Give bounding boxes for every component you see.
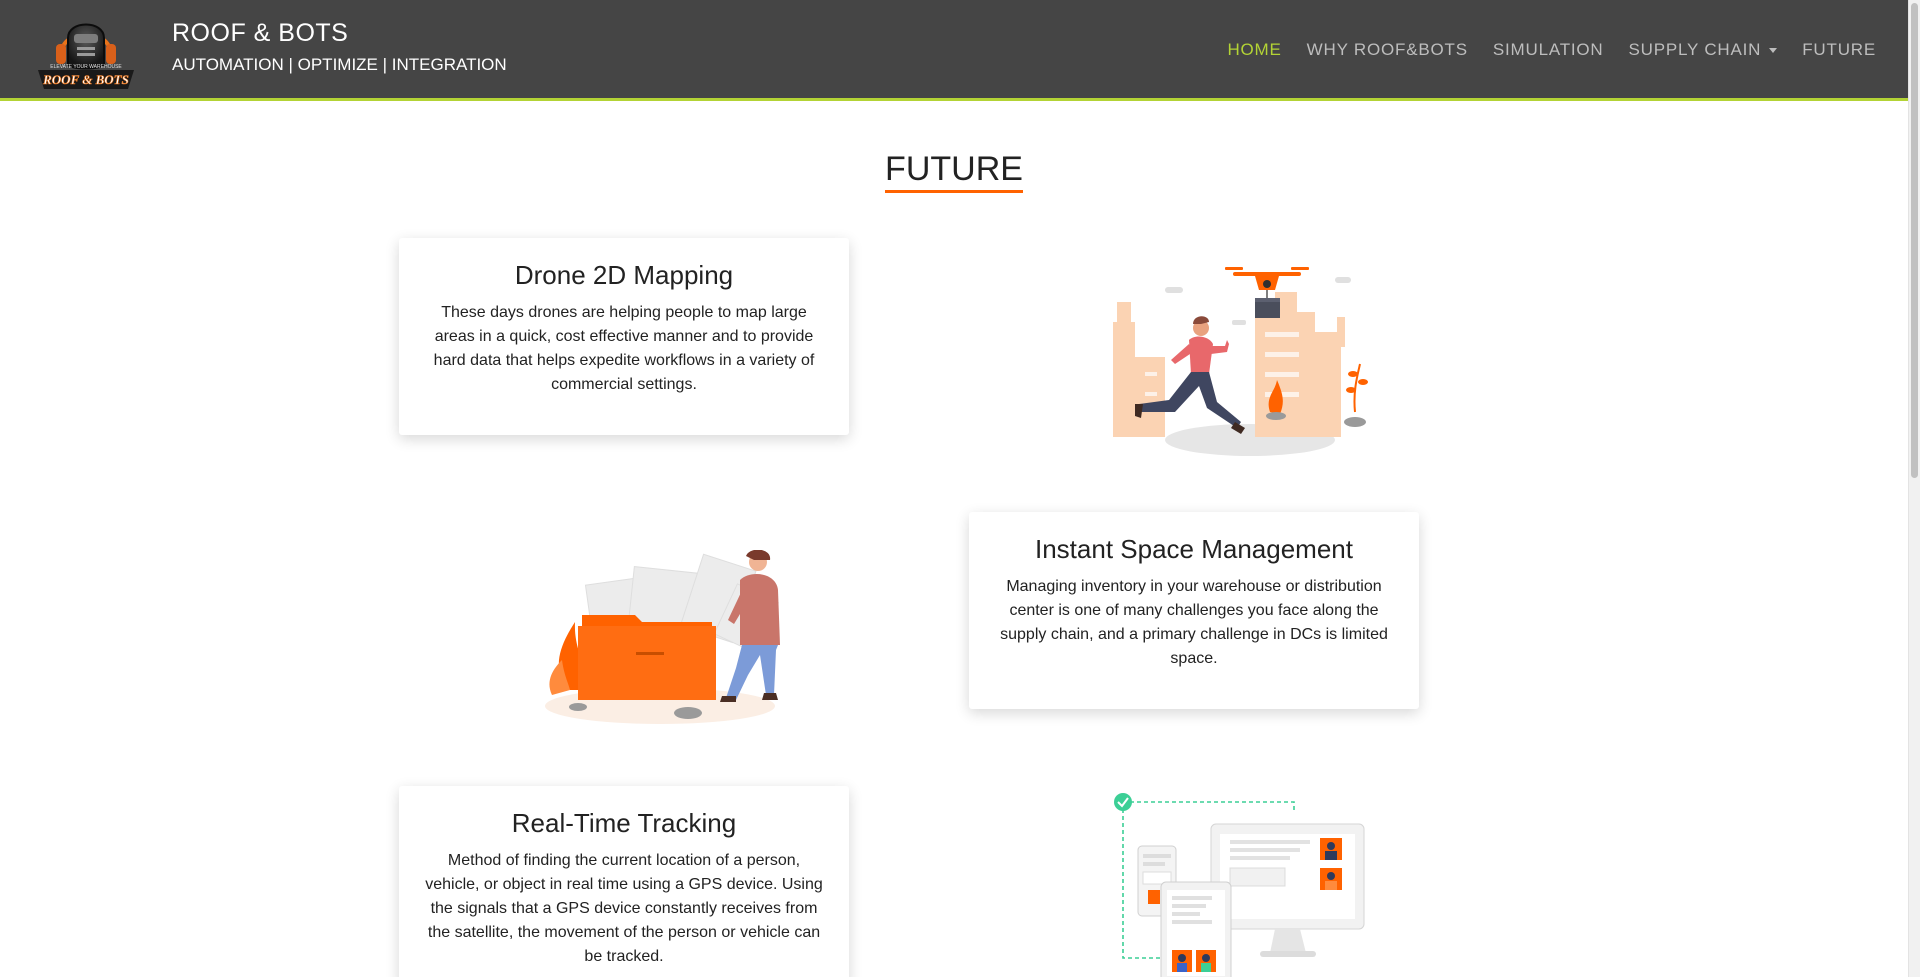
page: ELEVATE YOUR WAREHOUSE ROOF & BOTS ROOF …: [0, 0, 1920, 977]
feature-card-drone-mapping: Drone 2D Mapping These days drones are h…: [399, 238, 849, 435]
caret-down-icon: [1769, 48, 1778, 53]
multi-device-tracking-illustration: [1114, 793, 1365, 977]
nav-future[interactable]: FUTURE: [1802, 40, 1876, 60]
roof-and-bots-logo[interactable]: ELEVATE YOUR WAREHOUSE ROOF & BOTS: [32, 10, 140, 92]
main-nav: HOME WHY ROOF&BOTS SIMULATION SUPPLY CHA…: [1202, 40, 1876, 60]
card-text: These days drones are helping people to …: [433, 304, 815, 393]
feature-card-real-time-tracking: Real-Time Tracking Method of finding the…: [399, 786, 849, 977]
logo-arc-text: ELEVATE YOUR WAREHOUSE: [50, 64, 122, 70]
nav-simulation[interactable]: SIMULATION: [1493, 40, 1604, 60]
scrollbar-thumb[interactable]: [1911, 3, 1918, 478]
file-folder-illustration: [545, 550, 780, 724]
card-text: Method of finding the current location o…: [425, 852, 823, 965]
section-title: FUTURE: [885, 150, 1023, 193]
brand-title[interactable]: ROOF & BOTS: [172, 19, 348, 48]
top-navbar: ELEVATE YOUR WAREHOUSE ROOF & BOTS ROOF …: [0, 0, 1908, 101]
page-scrollbar[interactable]: [1908, 0, 1920, 977]
logo-text: ROOF & BOTS: [42, 72, 129, 87]
nav-home[interactable]: HOME: [1227, 40, 1281, 60]
feature-card-space-management: Instant Space Management Managing invent…: [969, 512, 1419, 709]
card-title: Drone 2D Mapping: [514, 260, 734, 290]
drone-delivery-illustration: [1113, 267, 1368, 456]
brand-tagline: AUTOMATION | OPTIMIZE | INTEGRATION: [172, 55, 507, 74]
nav-supply-chain-label: SUPPLY CHAIN: [1628, 40, 1762, 59]
nav-supply-chain-dropdown[interactable]: SUPPLY CHAIN: [1629, 40, 1778, 60]
card-text: Managing inventory in your warehouse or …: [1000, 578, 1388, 667]
nav-why-roof-and-bots[interactable]: WHY ROOF&BOTS: [1307, 40, 1468, 60]
card-title: Real-Time Tracking: [511, 808, 737, 838]
card-title: Instant Space Management: [1035, 534, 1353, 564]
section-heading: FUTURE: [0, 150, 1908, 193]
